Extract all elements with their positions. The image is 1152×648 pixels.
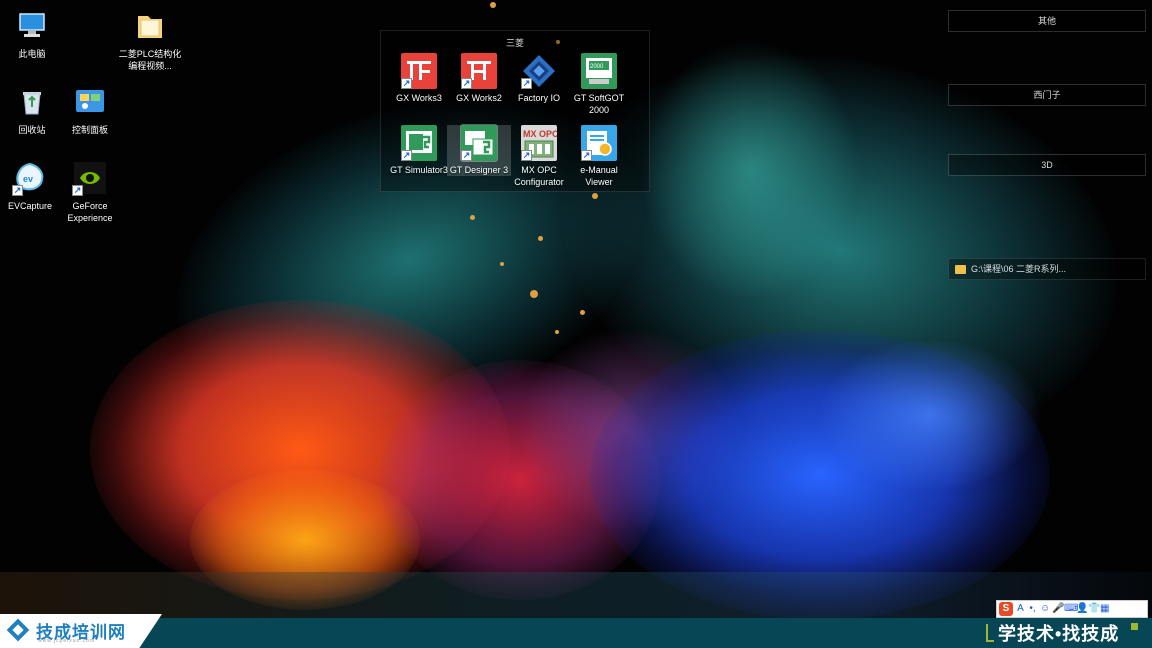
wallpaper-particle xyxy=(490,2,496,8)
desktop-icon-label: 此电脑 xyxy=(18,49,46,59)
desktop-icon-label: EVCapture xyxy=(7,201,53,211)
svg-text:ev: ev xyxy=(23,174,33,184)
watermark-bar xyxy=(0,618,1152,648)
gx-works3-icon: ↗ xyxy=(401,53,437,89)
wallpaper-teal-powder-top xyxy=(640,40,860,300)
app-mx-opc-configurator[interactable]: MX OPC ↗ MX OPC Configurator xyxy=(507,125,571,188)
shortcut-arrow-icon: ↗ xyxy=(12,185,23,196)
fence-group-mitsubishi[interactable]: 三菱 ↗ GX Works3 ↗ GX Works2 ↗ Factory IO … xyxy=(380,30,650,192)
evcapture-icon: ev ↗ xyxy=(12,160,48,196)
app-label: Factory IO xyxy=(517,93,560,103)
desktop-icon-evcapture[interactable]: ev ↗ EVCapture xyxy=(0,160,62,212)
app-gx-works2[interactable]: ↗ GX Works2 xyxy=(447,53,511,104)
wallpaper-particle xyxy=(530,290,538,298)
wallpaper-particle xyxy=(592,193,598,199)
shortcut-arrow-icon: ↗ xyxy=(72,185,83,196)
app-e-manual-viewer[interactable]: ↗ e-Manual Viewer xyxy=(567,125,631,188)
app-label: MX OPC Configurator xyxy=(514,165,564,187)
fence-group-siemens[interactable]: 西门子 xyxy=(948,84,1146,106)
shortcut-arrow-icon: ↗ xyxy=(401,150,412,161)
wallpaper-particle xyxy=(580,310,585,315)
factory-io-icon: ↗ xyxy=(521,53,557,89)
gx-works2-icon: ↗ xyxy=(461,53,497,89)
app-label: GX Works3 xyxy=(396,93,442,103)
shortcut-arrow-icon: ↗ xyxy=(521,78,532,89)
folder-icon xyxy=(132,8,168,44)
control-panel-icon xyxy=(72,84,108,120)
fence-group-3d[interactable]: 3D xyxy=(948,154,1146,176)
desktop-icon-label: 回收站 xyxy=(18,125,46,135)
app-label: GT SoftGOT 2000 xyxy=(573,93,625,115)
wallpaper-particle xyxy=(470,215,475,220)
desktop-icon-recycle-bin[interactable]: 回收站 xyxy=(0,84,64,136)
app-factory-io[interactable]: ↗ Factory IO xyxy=(507,53,571,104)
ime-toolbox-icon[interactable]: ▦ xyxy=(1100,602,1109,616)
shortcut-arrow-icon: ↗ xyxy=(461,150,472,161)
wallpaper-particle xyxy=(555,330,559,334)
ime-language-toggle[interactable]: A xyxy=(1016,602,1025,616)
gt-simulator-icon: ↗ xyxy=(401,125,437,161)
slogan-bracket-decoration xyxy=(986,624,994,642)
ime-keyboard-icon[interactable]: ⌨ xyxy=(1064,602,1078,616)
app-label: GT Simulator3 xyxy=(390,165,448,175)
app-label: GX Works2 xyxy=(456,93,502,103)
app-gx-works3[interactable]: ↗ GX Works3 xyxy=(387,53,451,104)
ime-toolbar[interactable]: S A •, ☺ 🎤 ⌨ 👤 👕 ▦ xyxy=(996,600,1148,618)
mx-opc-tile-text: MX OPC xyxy=(523,129,557,139)
wallpaper-blue-powder-right xyxy=(820,340,1040,490)
shortcut-arrow-icon: ↗ xyxy=(461,78,472,89)
ime-punctuation-toggle[interactable]: •, xyxy=(1028,602,1037,616)
app-label: GT Designer 3 xyxy=(449,165,509,175)
desktop-icon-course-folder[interactable]: 二菱PLC结构化编程视频... xyxy=(118,8,182,72)
shortcut-arrow-icon: ↗ xyxy=(521,150,532,161)
shortcut-arrow-icon: ↗ xyxy=(581,150,592,161)
app-gt-simulator3[interactable]: ↗ GT Simulator3 xyxy=(387,125,451,176)
desktop-icon-control-panel[interactable]: 控制面板 xyxy=(58,84,122,136)
fence-group-other[interactable]: 其他 xyxy=(948,10,1146,32)
app-gt-softgot-2000[interactable]: 2000 GT SoftGOT 2000 xyxy=(567,53,631,116)
wallpaper-particle xyxy=(538,236,543,241)
mx-opc-icon: MX OPC ↗ xyxy=(521,125,559,161)
desktop-icon-this-pc[interactable]: 此电脑 xyxy=(0,8,64,60)
desktop-icon-geforce[interactable]: ↗ GeForce Experience xyxy=(58,160,122,224)
shortcut-arrow-icon: ↗ xyxy=(401,78,412,89)
folder-path-label: G:\课程\06 二菱R系列... xyxy=(971,264,1067,274)
app-label: e-Manual Viewer xyxy=(580,165,618,187)
geforce-icon: ↗ xyxy=(72,160,108,196)
ime-user-icon[interactable]: 👤 xyxy=(1076,602,1088,616)
desktop-icon-label: 控制面板 xyxy=(71,125,108,135)
this-pc-icon xyxy=(14,8,50,44)
ime-voice-icon[interactable]: 🎤 xyxy=(1052,602,1064,616)
ime-brand-icon[interactable]: S xyxy=(999,602,1013,616)
ime-skin-icon[interactable]: 👕 xyxy=(1088,602,1100,616)
softgot-tile-text: 2000 xyxy=(590,64,604,70)
desktop-icon-label: GeForce Experience xyxy=(67,201,113,223)
ime-emoji-icon[interactable]: ☺ xyxy=(1040,602,1050,616)
folder-icon xyxy=(955,265,966,274)
app-gt-designer3[interactable]: ↗ GT Designer 3 xyxy=(447,124,511,176)
logo-diamond-icon xyxy=(6,618,30,642)
wallpaper-particle xyxy=(500,262,504,266)
slogan-square-decoration xyxy=(1131,623,1138,630)
gt-softgot-icon: 2000 xyxy=(581,53,617,89)
gt-designer-icon: ↗ xyxy=(460,124,498,162)
recycle-bin-icon xyxy=(14,84,50,120)
logo-url: www.jcpeixun.com xyxy=(38,638,96,644)
fence-title: 三菱 xyxy=(505,38,524,48)
desktop-icon-label: 二菱PLC结构化编程视频... xyxy=(118,49,182,71)
watermark-slogan: 学技术•找技成 xyxy=(998,624,1120,644)
watermark-logo: 技成培训网 www.jcpeixun.com xyxy=(0,614,162,648)
wallpaper-floor-reflection xyxy=(0,572,1152,618)
fence-folder-shortcut[interactable]: G:\课程\06 二菱R系列... xyxy=(948,258,1146,280)
e-manual-icon: ↗ xyxy=(581,125,617,161)
